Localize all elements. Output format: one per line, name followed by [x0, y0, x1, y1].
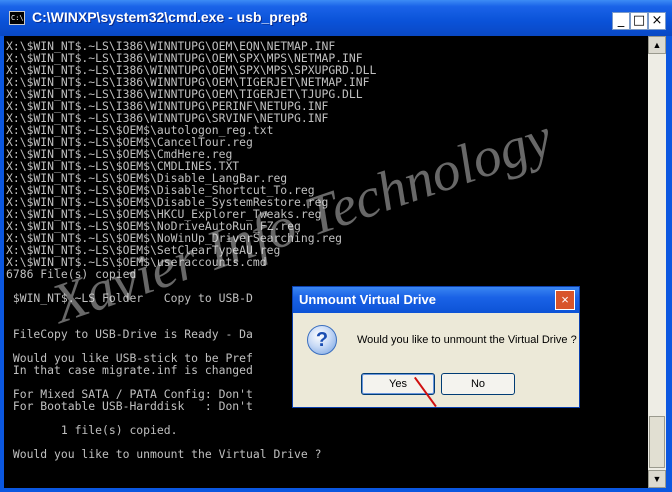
dialog-title: Unmount Virtual Drive [299, 292, 437, 307]
console-line: For Bootable USB-Harddisk : Don't [6, 399, 253, 413]
console-line: X:\$WIN_NT$.~LS\I386\WINNTUPG\OEM\TIGERJ… [6, 75, 370, 89]
console-line: X:\$WIN_NT$.~LS\I386\WINNTUPG\OEM\SPX\MP… [6, 51, 363, 65]
vertical-scrollbar[interactable]: ▲ ▼ [648, 36, 666, 488]
console-line: X:\$WIN_NT$.~LS\$OEM$\CMDLINES.TXT [6, 159, 240, 173]
console-line: X:\$WIN_NT$.~LS\$OEM$\autologon_reg.txt [6, 123, 274, 137]
cmd-window: C:\ C:\WINXP\system32\cmd.exe - usb_prep… [0, 0, 672, 492]
console-line: X:\$WIN_NT$.~LS\$OEM$\Disable_Shortcut_T… [6, 183, 315, 197]
close-button[interactable]: × [648, 12, 666, 30]
minimize-button[interactable]: _ [612, 12, 630, 30]
scroll-up-arrow-icon[interactable]: ▲ [648, 36, 666, 54]
window-title: C:\WINXP\system32\cmd.exe - usb_prep8 [32, 9, 308, 25]
console-line: FileCopy to USB-Drive is Ready - Da [6, 327, 253, 341]
unmount-dialog: Unmount Virtual Drive × ? Would you like… [292, 286, 580, 408]
dialog-close-button[interactable]: × [555, 290, 575, 310]
dialog-message: Would you like to unmount the Virtual Dr… [357, 334, 577, 346]
console-line: 1 file(s) copied. [6, 423, 178, 437]
console-line: X:\$WIN_NT$.~LS\I386\WINNTUPG\OEM\TIGERJ… [6, 87, 363, 101]
console-line: For Mixed SATA / PATA Config: Don't [6, 387, 253, 401]
console-line: In that case migrate.inf is changed [6, 363, 253, 377]
console-line: X:\$WIN_NT$.~LS\$OEM$\CmdHere.reg [6, 147, 233, 161]
console-line: X:\$WIN_NT$.~LS\I386\WINNTUPG\OEM\EQN\NE… [6, 39, 336, 53]
title-bar[interactable]: C:\ C:\WINXP\system32\cmd.exe - usb_prep… [0, 0, 672, 36]
console-line: Would you like to unmount the Virtual Dr… [6, 447, 322, 461]
console-line: Would you like USB-stick to be Pref [6, 351, 253, 365]
maximize-button[interactable]: □ [630, 12, 648, 30]
console-line: X:\$WIN_NT$.~LS\I386\WINNTUPG\SRVINF\NET… [6, 111, 329, 125]
dialog-title-bar[interactable]: Unmount Virtual Drive × [293, 287, 579, 313]
console-line: X:\$WIN_NT$.~LS\I386\WINNTUPG\OEM\SPX\MP… [6, 63, 377, 77]
question-icon: ? [307, 325, 337, 355]
scroll-thumb[interactable] [649, 416, 665, 468]
console-line: X:\$WIN_NT$.~LS\$OEM$\CancelTour.reg [6, 135, 253, 149]
console-line: X:\$WIN_NT$.~LS\I386\WINNTUPG\PERINF\NET… [6, 99, 329, 113]
scroll-down-arrow-icon[interactable]: ▼ [648, 470, 666, 488]
no-button[interactable]: No [441, 373, 515, 395]
console-app-icon[interactable]: C:\ [9, 11, 25, 25]
console-output[interactable]: Would you like to unmount the Virtual Dr… [4, 36, 648, 488]
console-line: X:\$WIN_NT$.~LS\$OEM$\Disable_LangBar.re… [6, 171, 288, 185]
